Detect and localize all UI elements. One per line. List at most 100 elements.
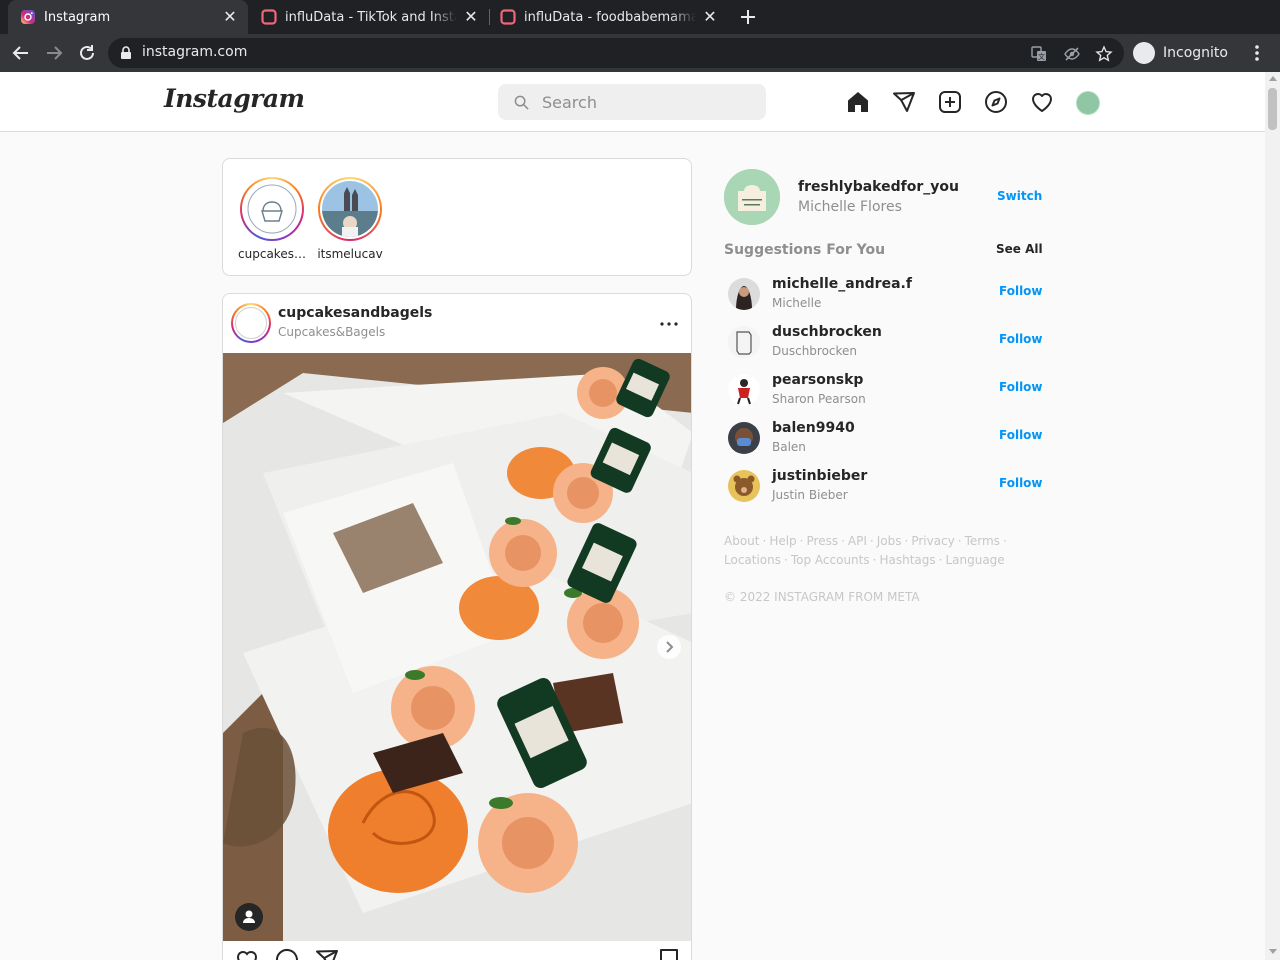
tab-infludata-1[interactable]: influData - TikTok and Instagram ✕: [249, 0, 489, 34]
footer-link-privacy[interactable]: Privacy: [911, 534, 954, 548]
home-icon[interactable]: [846, 90, 870, 114]
instagram-favicon-icon: [21, 10, 35, 24]
suggestion-item: michelle_andrea.f Michelle Follow: [724, 272, 1044, 320]
scroll-up-arrow-icon[interactable]: [1269, 76, 1277, 81]
close-tab-icon[interactable]: ✕: [222, 9, 238, 25]
scroll-down-arrow-icon[interactable]: [1269, 949, 1277, 954]
tab-infludata-2[interactable]: influData - foodbabemama ✕: [488, 0, 728, 34]
footer-link-hashtags[interactable]: Hashtags: [879, 553, 935, 567]
share-icon[interactable]: [315, 948, 339, 960]
story-item[interactable]: itsmelucav: [310, 177, 390, 261]
browser-menu-icon[interactable]: [1250, 42, 1264, 64]
carousel-next-button[interactable]: [657, 635, 681, 659]
instagram-logo[interactable]: Instagram: [164, 84, 305, 113]
post-subtitle[interactable]: Cupcakes&Bagels: [278, 325, 385, 339]
user-tag-icon: [243, 910, 255, 923]
footer-link-terms[interactable]: Terms: [965, 534, 1000, 548]
cupcakes-photo: [223, 353, 691, 941]
current-user-avatar[interactable]: [724, 169, 780, 225]
suggestion-item: justinbieber Justin Bieber Follow: [724, 464, 1044, 512]
new-post-icon[interactable]: [938, 90, 962, 114]
suggestions-heading: Suggestions For You: [724, 242, 886, 258]
copyright-text: © 2022 INSTAGRAM FROM META: [724, 590, 920, 604]
post-image[interactable]: [223, 353, 691, 941]
suggestion-avatar[interactable]: [728, 278, 760, 310]
suggestion-name: Duschbrocken: [772, 344, 858, 358]
tab-title: influData - foodbabemama: [524, 9, 696, 25]
like-heart-icon[interactable]: [235, 948, 259, 960]
bookmark-star-icon[interactable]: [1095, 45, 1113, 63]
story-avatar: [322, 181, 378, 237]
footer-link-about[interactable]: About: [724, 534, 759, 548]
forward-arrow-icon[interactable]: [43, 42, 65, 64]
page-scrollbar[interactable]: [1265, 72, 1280, 960]
scrollbar-thumb[interactable]: [1268, 88, 1277, 130]
lock-icon[interactable]: [120, 46, 132, 60]
footer-link-help[interactable]: Help: [769, 534, 796, 548]
footer-link-api[interactable]: API: [848, 534, 867, 548]
tagged-people-button[interactable]: [235, 903, 263, 931]
search-icon: [514, 95, 529, 110]
footer-link-top-accounts[interactable]: Top Accounts: [791, 553, 870, 567]
comment-icon[interactable]: [275, 948, 299, 960]
close-tab-icon[interactable]: ✕: [463, 9, 479, 25]
more-options-icon[interactable]: [657, 312, 681, 336]
tab-title: influData - TikTok and Instagram: [285, 9, 457, 25]
suggestion-avatar[interactable]: [728, 374, 760, 406]
suggestion-username[interactable]: michelle_andrea.f: [772, 276, 912, 292]
incognito-profile-button[interactable]: Incognito: [1130, 38, 1242, 68]
suggestion-username[interactable]: balen9940: [772, 420, 855, 436]
search-box[interactable]: [498, 84, 766, 120]
eye-off-icon[interactable]: [1063, 45, 1081, 63]
search-input[interactable]: [542, 90, 752, 114]
chevron-right-icon: [666, 641, 674, 653]
incognito-icon: [1133, 42, 1155, 64]
carousel-indicator: [445, 956, 475, 960]
explore-compass-icon[interactable]: [984, 90, 1008, 114]
activity-heart-icon[interactable]: [1030, 90, 1054, 114]
story-username: itsmelucav: [317, 247, 383, 261]
profile-avatar[interactable]: [1076, 91, 1100, 115]
translate-icon[interactable]: 文: [1030, 45, 1048, 63]
suggestion-avatar[interactable]: [728, 470, 760, 502]
close-tab-icon[interactable]: ✕: [702, 9, 718, 25]
footer-link-press[interactable]: Press: [807, 534, 839, 548]
see-all-button[interactable]: See All: [996, 242, 1043, 256]
story-avatar: [244, 181, 300, 237]
address-bar[interactable]: instagram.com 文: [108, 38, 1124, 68]
new-tab-plus-icon[interactable]: [737, 6, 759, 28]
suggestion-username[interactable]: pearsonskp: [772, 372, 863, 388]
follow-button[interactable]: Follow: [999, 476, 1043, 490]
suggestion-item: pearsonskp Sharon Pearson Follow: [724, 368, 1044, 416]
feed-post: cupcakesandbagels Cupcakes&Bagels: [222, 293, 692, 960]
current-username[interactable]: freshlybakedfor_you: [798, 179, 959, 195]
direct-messages-icon[interactable]: [892, 90, 916, 114]
post-author-avatar[interactable]: [231, 303, 271, 343]
switch-account-button[interactable]: Switch: [997, 189, 1042, 203]
reload-icon[interactable]: [76, 42, 98, 64]
footer-link-locations[interactable]: Locations: [724, 553, 781, 567]
tab-instagram[interactable]: Instagram ✕: [8, 0, 248, 34]
svg-text:文: 文: [1038, 52, 1045, 61]
follow-button[interactable]: Follow: [999, 284, 1043, 298]
suggestion-item: balen9940 Balen Follow: [724, 416, 1044, 464]
follow-button[interactable]: Follow: [999, 380, 1043, 394]
footer-links: About · Help · Press · API · Jobs · Privacy · Terms ·…: [724, 534, 1007, 567]
post-username[interactable]: cupcakesandbagels: [278, 305, 432, 321]
instagram-page: Instagram Search cupcakes… itsmelucav cu…: [0, 72, 1265, 960]
suggestion-item: duschbrocken Duschbrocken Follow: [724, 320, 1044, 368]
follow-button[interactable]: Follow: [999, 332, 1043, 346]
footer-link-language[interactable]: Language: [945, 553, 1004, 567]
footer-link-jobs[interactable]: Jobs: [877, 534, 902, 548]
suggestion-username[interactable]: justinbieber: [772, 468, 867, 484]
tab-title: Instagram: [44, 9, 111, 25]
url-text[interactable]: instagram.com: [142, 44, 247, 60]
suggestion-username[interactable]: duschbrocken: [772, 324, 882, 340]
follow-button[interactable]: Follow: [999, 428, 1043, 442]
suggestion-avatar[interactable]: [728, 326, 760, 358]
suggestion-avatar[interactable]: [728, 422, 760, 454]
save-bookmark-icon[interactable]: [657, 948, 681, 960]
infludata-favicon-icon: [261, 9, 277, 25]
story-item[interactable]: cupcakes…: [232, 177, 312, 261]
back-arrow-icon[interactable]: [10, 42, 32, 64]
